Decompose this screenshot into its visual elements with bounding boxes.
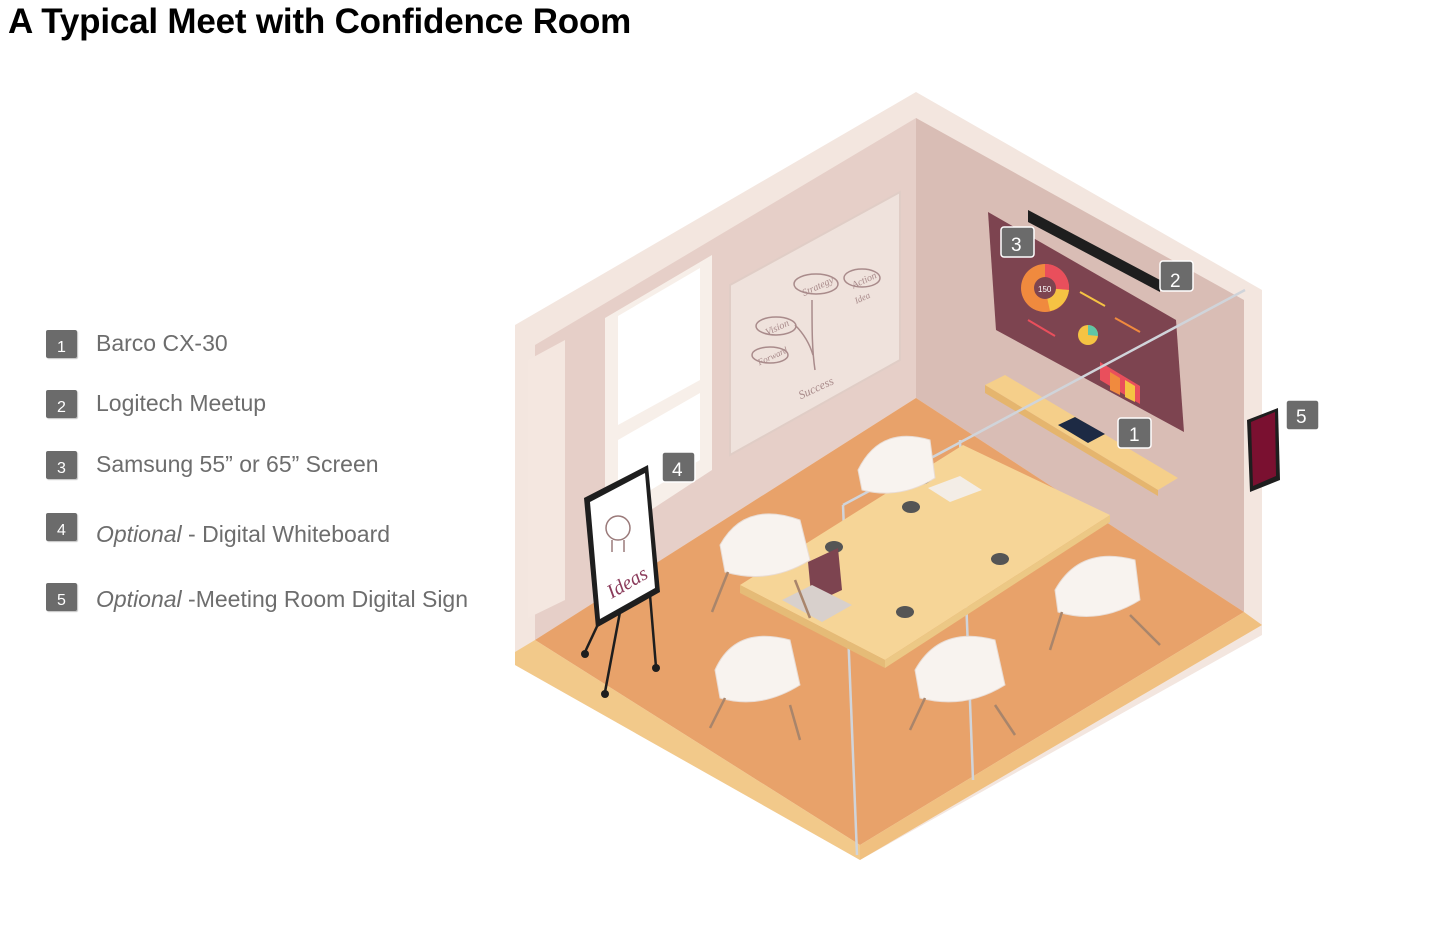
callout-3: 3 <box>1000 226 1035 258</box>
callout-1: 1 <box>1117 417 1152 449</box>
svg-text:5: 5 <box>1296 407 1307 428</box>
digital-sign-screen <box>1251 412 1276 486</box>
svg-text:4: 4 <box>672 460 683 481</box>
svg-text:1: 1 <box>1129 425 1140 446</box>
callout-4: 4 <box>661 451 696 483</box>
svg-text:2: 2 <box>1170 271 1181 292</box>
screen-number: 150 <box>1038 285 1052 294</box>
left-door-frame <box>528 340 565 618</box>
callout-2: 2 <box>1159 260 1194 292</box>
callout-5: 5 <box>1285 399 1320 431</box>
svg-text:3: 3 <box>1011 235 1022 256</box>
room-illustration: Strategy Action Idea Vision Forward Succ… <box>515 92 1320 860</box>
